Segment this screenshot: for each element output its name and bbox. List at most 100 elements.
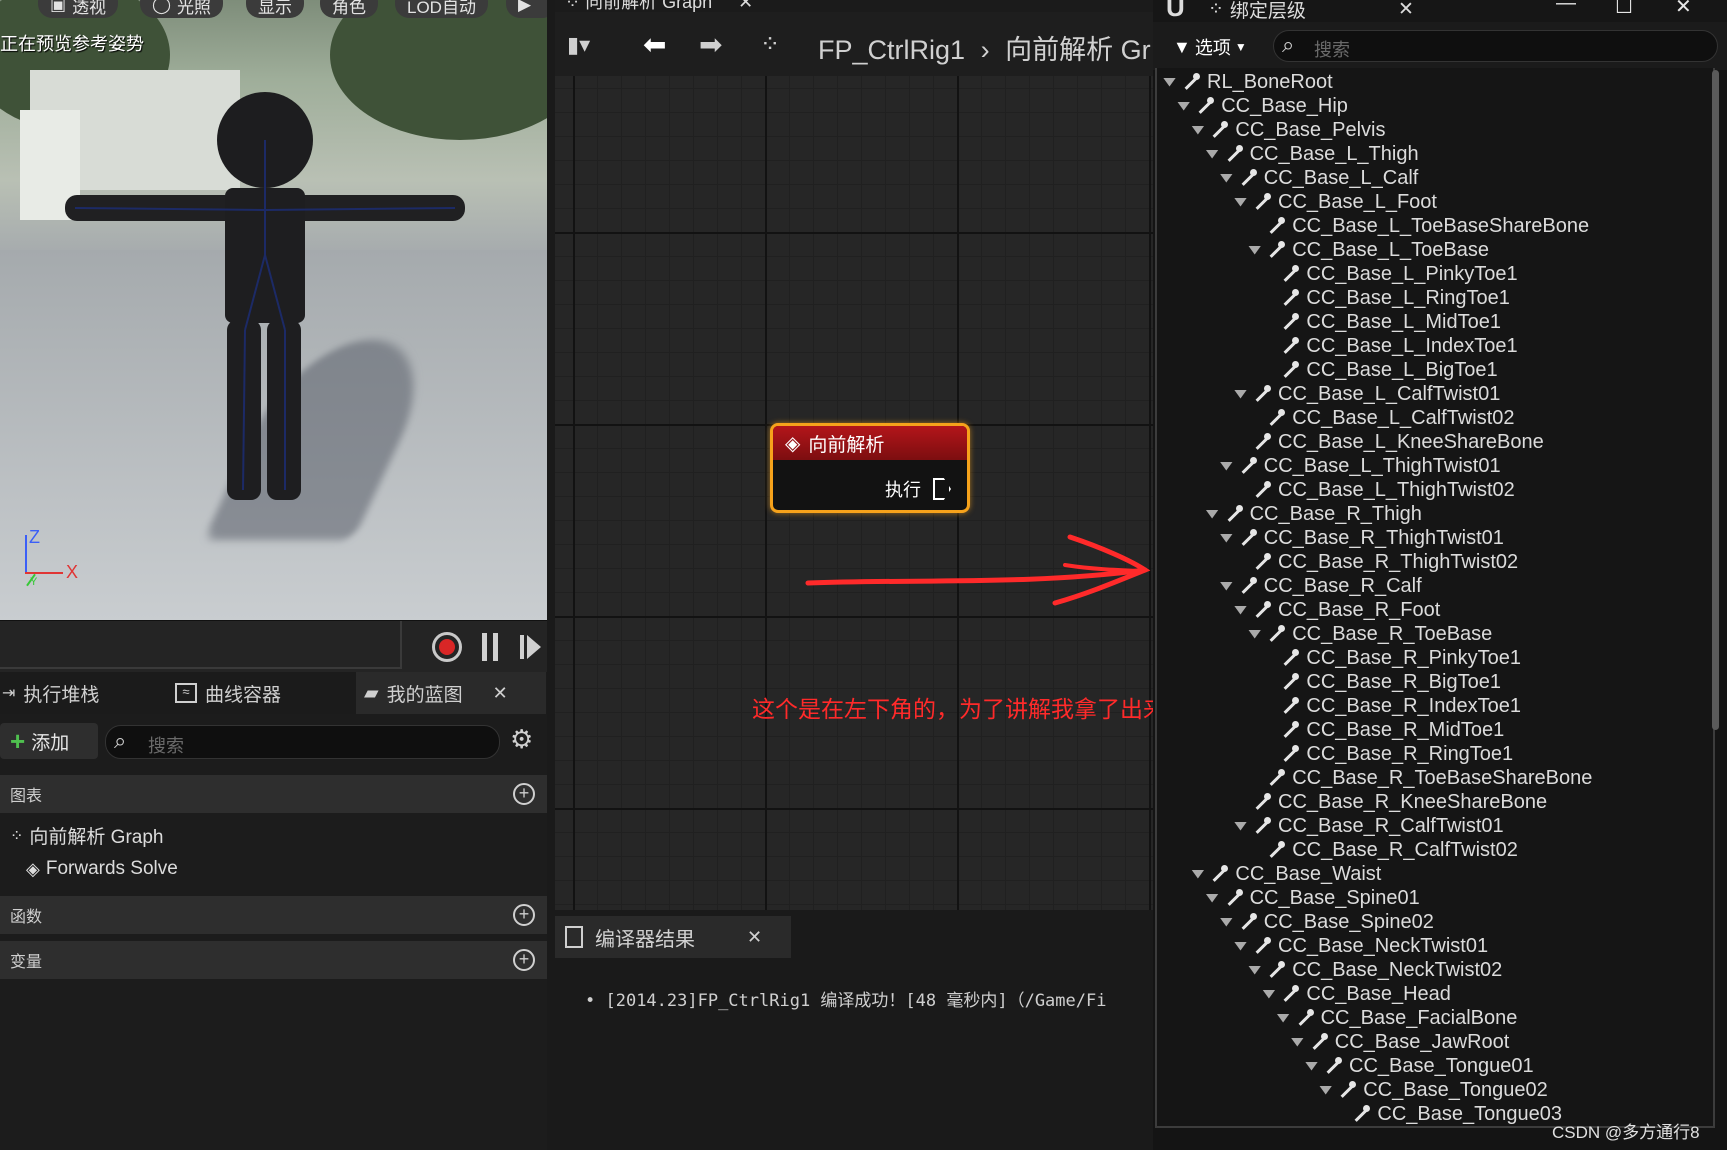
gear-icon[interactable]: ⚙ xyxy=(510,724,533,755)
blueprint-search-input[interactable]: ⌕ 搜索 xyxy=(105,725,500,759)
bone-row[interactable]: CC_Base_R_CalfTwist01 xyxy=(1234,814,1504,838)
add-variable-icon[interactable]: + xyxy=(513,949,535,971)
expand-arrow-icon[interactable] xyxy=(1276,1013,1290,1023)
forward-solve-node[interactable]: ◈ 向前解析 执行 xyxy=(770,423,970,513)
bone-row[interactable]: CC_Base_Waist xyxy=(1191,862,1381,886)
expand-arrow-icon[interactable] xyxy=(1262,989,1276,999)
bone-row[interactable]: CC_Base_Hip xyxy=(1177,94,1348,118)
timeline-field[interactable] xyxy=(0,621,402,669)
bone-row[interactable]: CC_Base_L_MidToe1 xyxy=(1262,310,1501,334)
bone-row[interactable]: CC_Base_L_CalfTwist01 xyxy=(1234,382,1500,406)
bone-row[interactable]: CC_Base_Spine02 xyxy=(1219,910,1434,934)
bone-row[interactable]: CC_Base_R_BigToe1 xyxy=(1262,670,1501,694)
lighting-button[interactable]: ◯ 光照 xyxy=(140,0,224,18)
bone-row[interactable]: CC_Base_R_Thigh xyxy=(1205,502,1422,526)
bone-row[interactable]: CC_Base_L_ThighTwist01 xyxy=(1219,454,1501,478)
breadcrumb-root[interactable]: FP_CtrlRig1 xyxy=(818,35,965,65)
expand-arrow-icon[interactable] xyxy=(1191,125,1205,135)
add-button[interactable]: + 添加 xyxy=(0,723,98,759)
breadcrumb-current[interactable]: 向前解析 Gr xyxy=(1005,35,1151,65)
expand-arrow-icon[interactable] xyxy=(1219,581,1233,591)
tab-curve-container[interactable]: ≈ 曲线容器 xyxy=(175,672,345,714)
close-icon[interactable]: ✕ xyxy=(747,927,762,948)
close-icon[interactable]: ✕ xyxy=(1398,0,1414,21)
bone-row[interactable]: CC_Base_R_ToeBaseShareBone xyxy=(1248,766,1592,790)
forward-arrow-icon[interactable]: ➡ xyxy=(699,28,722,61)
bone-row[interactable]: CC_Base_R_ThighTwist01 xyxy=(1219,526,1504,550)
bone-row[interactable]: CC_Base_L_CalfTwist02 xyxy=(1248,406,1515,430)
expand-arrow-icon[interactable] xyxy=(1163,77,1176,87)
close-icon[interactable]: ✕ xyxy=(493,683,508,704)
show-button[interactable]: 显示 xyxy=(246,0,304,18)
tab-compiler-results[interactable]: 编译器结果 ✕ xyxy=(555,916,791,958)
add-graph-icon[interactable]: + xyxy=(513,783,535,805)
section-variables[interactable]: 变量 + xyxy=(0,941,547,979)
step-forward-button[interactable] xyxy=(527,635,541,659)
add-function-icon[interactable]: + xyxy=(513,904,535,926)
bone-row[interactable]: CC_Base_Tongue03 xyxy=(1333,1102,1562,1126)
bone-row[interactable]: CC_Base_L_RingToe1 xyxy=(1262,286,1510,310)
bone-row[interactable]: CC_Base_R_ToeBase xyxy=(1248,622,1492,646)
back-arrow-icon[interactable]: ⬅ xyxy=(643,28,666,61)
bone-row[interactable]: RL_BoneRoot xyxy=(1163,70,1333,94)
bone-row[interactable]: CC_Base_R_MidToe1 xyxy=(1262,718,1504,742)
bone-row[interactable]: CC_Base_Tongue01 xyxy=(1305,1054,1534,1078)
section-graphs[interactable]: 图表 + xyxy=(0,775,547,813)
bone-row[interactable]: CC_Base_Tongue02 xyxy=(1319,1078,1548,1102)
options-dropdown[interactable]: ▼ 选项 ▼ xyxy=(1173,34,1247,60)
bone-row[interactable]: CC_Base_L_Foot xyxy=(1234,190,1437,214)
bone-row[interactable]: CC_Base_NeckTwist01 xyxy=(1234,934,1488,958)
bone-row[interactable]: CC_Base_L_ToeBase xyxy=(1248,238,1489,262)
exec-pin-icon[interactable] xyxy=(933,478,951,500)
bone-row[interactable]: CC_Base_L_BigToe1 xyxy=(1262,358,1498,382)
tree-scrollbar[interactable] xyxy=(1712,70,1719,730)
bone-row[interactable]: CC_Base_L_ToeBaseShareBone xyxy=(1248,214,1589,238)
tab-execution-stack[interactable]: ⇥ 执行堆栈 xyxy=(0,672,160,714)
bone-row[interactable]: CC_Base_L_ThighTwist02 xyxy=(1234,478,1515,502)
expand-arrow-icon[interactable] xyxy=(1177,101,1191,111)
record-button[interactable] xyxy=(432,632,462,662)
bone-row[interactable]: CC_Base_R_PinkyToe1 xyxy=(1262,646,1521,670)
tab-my-blueprint[interactable]: ▰ 我的蓝图 ✕ xyxy=(356,672,546,714)
bookmark-icon[interactable]: ▮▾ xyxy=(567,32,590,58)
perspective-button[interactable]: ▣ 透视 xyxy=(38,0,119,18)
pause-button[interactable] xyxy=(482,633,498,661)
expand-arrow-icon[interactable] xyxy=(1248,629,1262,639)
expand-arrow-icon[interactable] xyxy=(1219,917,1233,927)
exec-output-pin[interactable]: 执行 xyxy=(885,476,951,502)
bone-row[interactable]: CC_Base_Head xyxy=(1262,982,1451,1006)
expand-arrow-icon[interactable] xyxy=(1234,389,1247,399)
maximize-button[interactable]: ☐ xyxy=(1615,0,1633,19)
window-close-button[interactable]: ✕ xyxy=(1675,0,1692,19)
bone-row[interactable]: CC_Base_R_IndexToe1 xyxy=(1262,694,1521,718)
character-button[interactable]: 角色 xyxy=(320,0,378,18)
bone-row[interactable]: CC_Base_R_CalfTwist02 xyxy=(1248,838,1518,862)
expand-arrow-icon[interactable] xyxy=(1205,893,1219,903)
bone-row[interactable]: CC_Base_R_KneeShareBone xyxy=(1234,790,1547,814)
preview-viewport[interactable]: ▣ 透视 ◯ 光照 显示 角色 LOD自动 ▶ 正在预览参考姿势 Z X Y xyxy=(0,0,547,620)
expand-arrow-icon[interactable] xyxy=(1319,1085,1333,1095)
bone-row[interactable]: CC_Base_R_Calf xyxy=(1219,574,1422,598)
bone-row[interactable]: CC_Base_FacialBone xyxy=(1276,1006,1517,1030)
bone-row[interactable]: CC_Base_R_Foot xyxy=(1234,598,1440,622)
minimize-button[interactable]: — xyxy=(1556,0,1576,15)
graph-item-forward-solve-graph[interactable]: ⁘ 向前解析 Graph xyxy=(10,822,164,849)
bone-row[interactable]: CC_Base_NeckTwist02 xyxy=(1248,958,1502,982)
lod-button[interactable]: LOD自动 xyxy=(395,0,488,18)
expand-arrow-icon[interactable] xyxy=(1234,197,1247,207)
expand-arrow-icon[interactable] xyxy=(1205,509,1219,519)
close-icon[interactable]: ✕ xyxy=(738,0,753,12)
bone-row[interactable]: CC_Base_L_KneeShareBone xyxy=(1234,430,1544,454)
bone-row[interactable]: CC_Base_L_IndexToe1 xyxy=(1262,334,1518,358)
expand-arrow-icon[interactable] xyxy=(1219,461,1233,471)
tab-rig-hierarchy[interactable]: ⁘ 绑定层级 ✕ xyxy=(1208,0,1414,23)
bone-row[interactable]: CC_Base_L_Thigh xyxy=(1205,142,1419,166)
bone-row[interactable]: CC_Base_L_PinkyToe1 xyxy=(1262,262,1518,286)
bone-row[interactable]: CC_Base_R_ThighTwist02 xyxy=(1234,550,1518,574)
bone-row[interactable]: CC_Base_Pelvis xyxy=(1191,118,1385,142)
bone-row[interactable]: CC_Base_JawRoot xyxy=(1290,1030,1509,1054)
expand-arrow-icon[interactable] xyxy=(1219,173,1233,183)
graph-item-forwards-solve[interactable]: ◈ Forwards Solve xyxy=(26,858,178,880)
expand-arrow-icon[interactable] xyxy=(1248,965,1262,975)
play-menu-button[interactable]: ▶ xyxy=(506,0,547,18)
